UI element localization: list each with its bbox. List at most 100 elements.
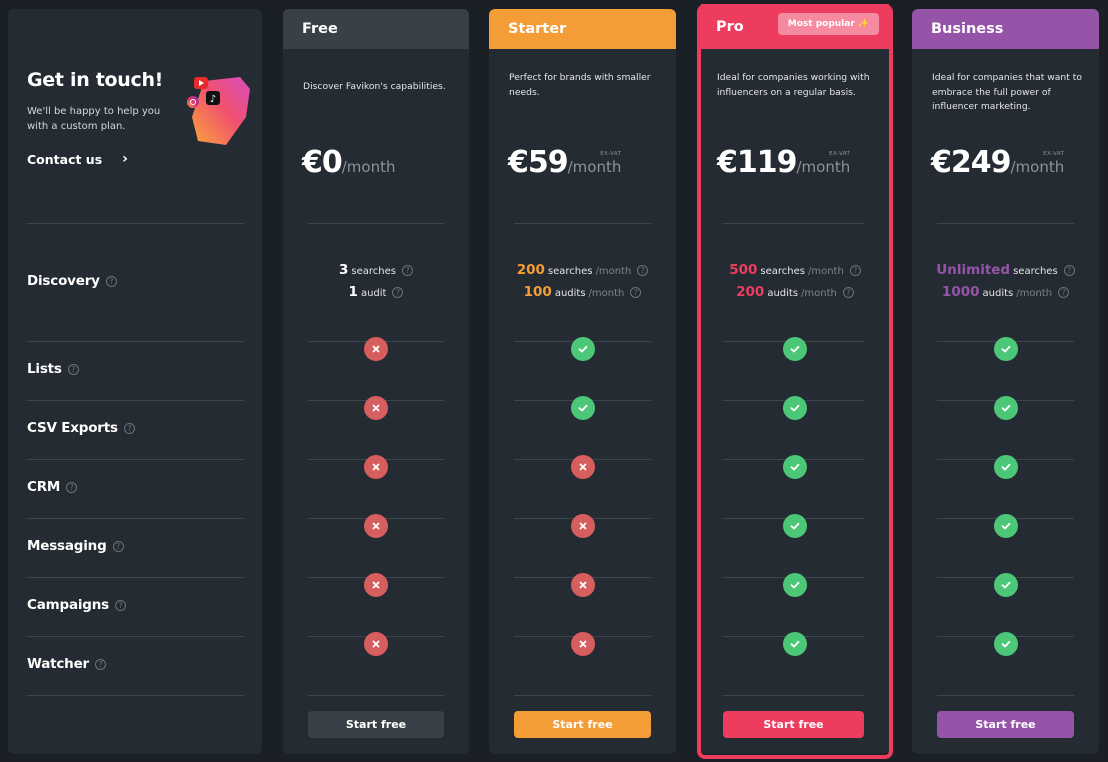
plan-card-business: Business Ideal for companies that want to…: [912, 9, 1099, 754]
start-free-button-starter[interactable]: Start free: [514, 711, 651, 738]
pro-highlight-border: [697, 4, 893, 759]
searches-period: /month: [595, 266, 632, 277]
plan-description: Ideal for companies that want to embrace…: [932, 72, 1082, 112]
contact-us-label: Contact us: [27, 151, 103, 167]
cross-icon: [570, 514, 595, 538]
feature-label-messaging: Messaging ?: [27, 538, 124, 554]
discovery-audits: 1 audit?: [283, 284, 469, 300]
start-free-button-business[interactable]: Start free: [937, 711, 1074, 738]
cross-icon: [570, 632, 595, 656]
plan-name: Free: [302, 21, 338, 37]
check-icon: [993, 573, 1018, 597]
help-icon[interactable]: ?: [105, 275, 117, 287]
check-icon: [993, 514, 1018, 538]
row-divider: [27, 636, 244, 637]
cross-icon: [364, 455, 388, 479]
help-icon[interactable]: ?: [402, 264, 413, 276]
contact-card: Get in touch! We'll be happy to help you…: [8, 9, 262, 754]
cross-icon: [364, 514, 388, 538]
check-icon: [993, 337, 1018, 361]
ex-vat-label: EX-VAT: [600, 151, 622, 157]
price-amount: €59: [508, 145, 569, 180]
row-divider: [27, 695, 244, 696]
row-divider: [937, 695, 1074, 696]
audits-count: 1: [348, 284, 358, 300]
feature-label-lists: Lists ?: [27, 361, 79, 377]
row-divider: [27, 223, 244, 224]
cross-icon: [364, 632, 388, 656]
searches-label: searches: [351, 266, 396, 277]
discovery-audits: 1000 audits/month?: [912, 284, 1099, 300]
discovery-audits: 100 audits/month?: [489, 284, 676, 300]
contact-subtitle: We'll be happy to help you with a custom…: [27, 106, 161, 132]
help-icon[interactable]: ?: [123, 422, 135, 434]
audits-period: /month: [1016, 288, 1053, 299]
check-icon: [570, 337, 595, 361]
row-divider: [308, 695, 444, 696]
price-period: /month EX-VAT: [567, 151, 622, 176]
help-icon[interactable]: ?: [95, 658, 106, 670]
help-icon[interactable]: ?: [67, 363, 79, 375]
price-amount: €0: [302, 145, 343, 180]
price-period: /month: [341, 158, 396, 176]
audits-label: audits: [982, 288, 1014, 299]
ex-vat-label: EX-VAT: [1043, 151, 1065, 157]
row-divider: [27, 341, 244, 342]
contact-us-link[interactable]: Contact us ›: [27, 151, 128, 167]
searches-count: Unlimited: [936, 262, 1011, 278]
help-icon[interactable]: ?: [1058, 286, 1070, 298]
help-icon[interactable]: ?: [1063, 264, 1075, 276]
contact-title: Get in touch!: [27, 69, 164, 91]
cross-icon: [364, 573, 388, 597]
plan-price: €0/month: [302, 145, 396, 180]
plan-header: Starter: [489, 9, 676, 49]
price-period: /month EX-VAT: [1010, 151, 1065, 176]
feature-label-campaigns: Campaigns ?: [27, 597, 126, 613]
feature-label-csv-exports: CSV Exports ?: [27, 420, 135, 436]
help-icon[interactable]: ?: [630, 286, 642, 298]
searches-count: 3: [339, 262, 349, 278]
plan-price: €59/month EX-VAT: [508, 145, 621, 180]
price-amount: €249: [931, 145, 1011, 180]
plan-card-starter: Starter Perfect for brands with smaller n…: [489, 9, 676, 754]
audits-label: audit: [360, 288, 387, 299]
audits-count: 1000: [941, 284, 980, 300]
help-icon[interactable]: ?: [637, 264, 649, 276]
row-divider: [27, 459, 244, 460]
plan-description: Discover Favikon's capabilities.: [303, 81, 446, 92]
searches-count: 200: [516, 262, 545, 278]
plan-name: Business: [931, 21, 1004, 37]
searches-label: searches: [1013, 266, 1058, 277]
check-icon: [570, 396, 595, 420]
row-divider: [27, 577, 244, 578]
row-divider: [937, 223, 1074, 224]
cross-icon: [570, 573, 595, 597]
start-free-button-free[interactable]: Start free: [308, 711, 444, 738]
feature-label-crm: CRM ?: [27, 479, 78, 495]
help-icon[interactable]: ?: [392, 286, 404, 298]
plan-price: €249/month EX-VAT: [931, 145, 1064, 180]
social-media-illustration: ♪: [187, 77, 250, 145]
plan-card-free: Free Discover Favikon's capabilities. €0/m…: [283, 9, 469, 754]
discovery-searches: 200 searches/month?: [489, 262, 676, 278]
row-divider: [308, 223, 444, 224]
audits-count: 100: [523, 284, 552, 300]
feature-label-watcher: Watcher ?: [27, 656, 106, 672]
plan-header: Free: [283, 9, 469, 49]
help-icon[interactable]: ?: [66, 481, 78, 493]
chevron-right-icon: ›: [122, 151, 128, 167]
check-icon: [993, 455, 1018, 479]
searches-label: searches: [547, 266, 593, 277]
check-icon: [993, 396, 1018, 420]
audits-label: audits: [554, 288, 586, 299]
plan-header: Business: [912, 9, 1099, 49]
plan-description: Perfect for brands with smaller needs.: [509, 72, 651, 98]
cross-icon: [364, 337, 388, 361]
plan-name: Starter: [508, 21, 567, 37]
help-icon[interactable]: ?: [112, 540, 124, 552]
discovery-searches: Unlimited searches?: [912, 262, 1099, 278]
discovery-searches: 3 searches?: [283, 262, 469, 278]
help-icon[interactable]: ?: [115, 599, 126, 611]
instagram-icon: [187, 96, 199, 108]
audits-period: /month: [588, 288, 625, 299]
